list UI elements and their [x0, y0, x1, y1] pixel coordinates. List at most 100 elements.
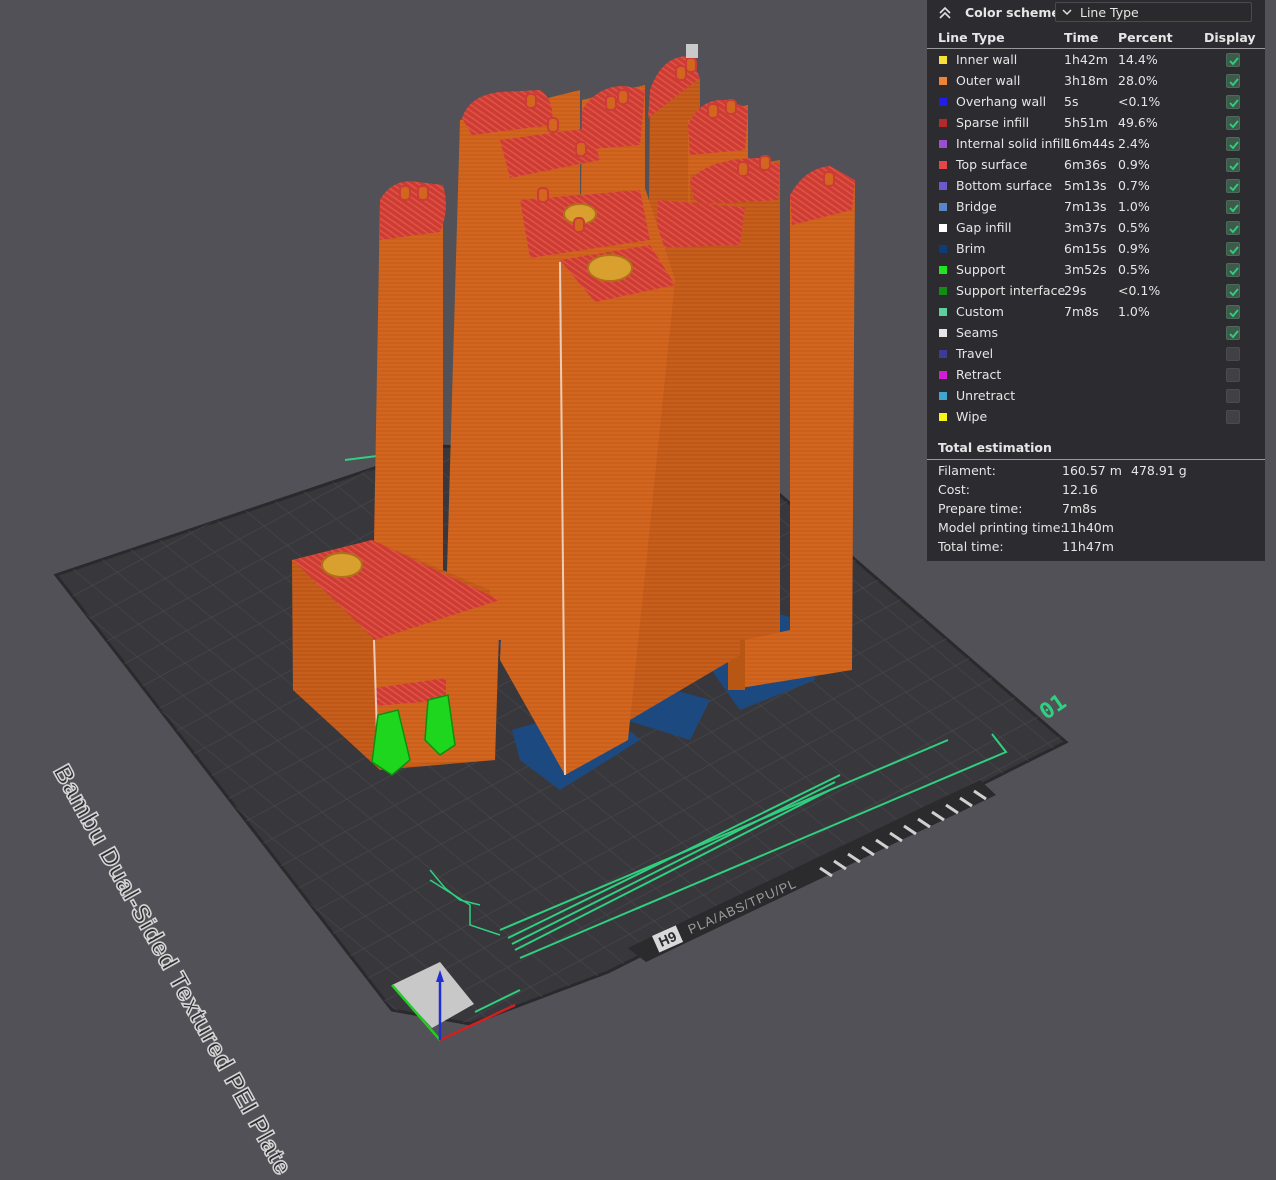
total-estimation-row: Total time: 11h47m — [927, 537, 1265, 556]
line-type-percent: 0.5% — [1118, 220, 1150, 235]
display-checkbox[interactable] — [1226, 179, 1240, 193]
color-swatch — [939, 182, 947, 190]
display-checkbox[interactable] — [1226, 326, 1240, 340]
line-type-row: Bridge 7m13s 1.0% — [927, 197, 1265, 218]
line-type-time: 6m36s — [1064, 157, 1107, 172]
checkmark-icon — [1229, 246, 1239, 255]
checkmark-icon — [1229, 267, 1239, 276]
color-swatch — [939, 119, 947, 127]
line-type-legend-panel: Color scheme Line Type Line Type Time Pe… — [927, 0, 1265, 561]
line-type-time: 3m52s — [1064, 262, 1107, 277]
line-type-time: 5h51m — [1064, 115, 1108, 130]
display-checkbox[interactable] — [1226, 389, 1240, 403]
line-type-name: Bottom surface — [956, 178, 1053, 193]
total-estimation-row: Cost: 12.16 — [927, 480, 1265, 499]
color-swatch — [939, 224, 947, 232]
display-checkbox[interactable] — [1226, 347, 1240, 361]
line-type-row: Custom 7m8s 1.0% — [927, 302, 1265, 323]
display-checkbox[interactable] — [1226, 95, 1240, 109]
display-checkbox[interactable] — [1226, 137, 1240, 151]
color-swatch — [939, 266, 947, 274]
display-checkbox[interactable] — [1226, 263, 1240, 277]
checkmark-icon — [1229, 183, 1239, 192]
line-type-row: Inner wall 1h42m 14.4% — [927, 50, 1265, 71]
line-type-row: Support interface 29s <0.1% — [927, 281, 1265, 302]
display-checkbox[interactable] — [1226, 410, 1240, 424]
line-type-row: Support 3m52s 0.5% — [927, 260, 1265, 281]
line-type-row: Brim 6m15s 0.9% — [927, 239, 1265, 260]
color-swatch — [939, 140, 947, 148]
line-type-percent: 14.4% — [1118, 52, 1158, 67]
line-type-row: Outer wall 3h18m 28.0% — [927, 71, 1265, 92]
color-scheme-label: Color scheme — [965, 5, 1060, 20]
checkmark-icon — [1229, 57, 1239, 66]
color-swatch — [939, 245, 947, 253]
line-type-name: Internal solid infill — [956, 136, 1068, 151]
color-scheme-dropdown[interactable]: Line Type — [1055, 2, 1252, 22]
total-label: Filament: — [938, 463, 996, 478]
color-scheme-value: Line Type — [1080, 5, 1139, 20]
display-checkbox[interactable] — [1226, 242, 1240, 256]
total-estimation-row: Prepare time: 7m8s — [927, 499, 1265, 518]
line-type-row: Sparse infill 5h51m 49.6% — [927, 113, 1265, 134]
line-type-row: Bottom surface 5m13s 0.7% — [927, 176, 1265, 197]
line-type-row: Unretract — [927, 386, 1265, 407]
line-type-name: Sparse infill — [956, 115, 1030, 130]
total-value-secondary: 478.91 g — [1131, 463, 1187, 478]
color-swatch — [939, 392, 947, 400]
line-type-name: Retract — [956, 367, 1002, 382]
color-swatch — [939, 203, 947, 211]
checkmark-icon — [1229, 99, 1239, 108]
line-type-percent: 49.6% — [1118, 115, 1158, 130]
line-type-row: Overhang wall 5s <0.1% — [927, 92, 1265, 113]
checkmark-icon — [1229, 330, 1239, 339]
line-type-percent: 2.4% — [1118, 136, 1150, 151]
collapse-chevron-icon[interactable] — [937, 5, 953, 21]
seam-marker — [686, 44, 698, 58]
total-estimation-row: Filament: 160.57 m 478.91 g — [927, 461, 1265, 480]
line-type-time: 6m15s — [1064, 241, 1107, 256]
color-swatch — [939, 98, 947, 106]
display-checkbox[interactable] — [1226, 116, 1240, 130]
color-swatch — [939, 287, 947, 295]
checkmark-icon — [1229, 309, 1239, 318]
line-type-row: Seams — [927, 323, 1265, 344]
header-display: Display — [1204, 30, 1256, 45]
line-type-percent: 0.5% — [1118, 262, 1150, 277]
line-type-row: Travel — [927, 344, 1265, 365]
checkmark-icon — [1229, 162, 1239, 171]
checkmark-icon — [1229, 204, 1239, 213]
checkmark-icon — [1229, 141, 1239, 150]
line-type-percent: 28.0% — [1118, 73, 1158, 88]
total-estimation-title: Total estimation — [938, 440, 1052, 455]
line-type-percent: 1.0% — [1118, 199, 1150, 214]
color-scheme-row: Color scheme Line Type — [927, 0, 1265, 27]
line-type-name: Support — [956, 262, 1006, 277]
line-type-time: 29s — [1064, 283, 1087, 298]
line-type-name: Top surface — [956, 157, 1028, 172]
display-checkbox[interactable] — [1226, 284, 1240, 298]
line-type-percent: <0.1% — [1118, 283, 1161, 298]
line-type-row: Wipe — [927, 407, 1265, 428]
line-type-name: Overhang wall — [956, 94, 1047, 109]
line-type-percent: 1.0% — [1118, 304, 1150, 319]
color-swatch — [939, 413, 947, 421]
display-checkbox[interactable] — [1226, 74, 1240, 88]
checkmark-icon — [1229, 78, 1239, 87]
display-checkbox[interactable] — [1226, 200, 1240, 214]
line-type-name: Wipe — [956, 409, 988, 424]
line-type-name: Gap infill — [956, 220, 1012, 235]
total-value: 12.16 — [1062, 482, 1098, 497]
chevron-down-icon — [1062, 9, 1072, 16]
display-checkbox[interactable] — [1226, 368, 1240, 382]
display-checkbox[interactable] — [1226, 305, 1240, 319]
total-value: 7m8s — [1062, 501, 1097, 516]
line-type-row: Internal solid infill 16m44s 2.4% — [927, 134, 1265, 155]
line-type-name: Brim — [956, 241, 986, 256]
display-checkbox[interactable] — [1226, 158, 1240, 172]
checkmark-icon — [1229, 288, 1239, 297]
header-percent: Percent — [1118, 30, 1173, 45]
display-checkbox[interactable] — [1226, 53, 1240, 67]
display-checkbox[interactable] — [1226, 221, 1240, 235]
header-line-type: Line Type — [938, 30, 1005, 45]
